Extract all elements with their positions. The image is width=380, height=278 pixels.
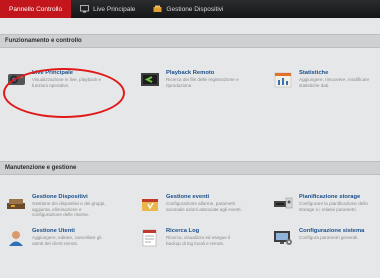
item-title: Playback Remoto	[166, 70, 215, 76]
user-management-icon	[5, 228, 27, 248]
tab-label: Gestione Dispositivi	[166, 5, 224, 13]
log-search-icon	[139, 228, 161, 248]
tab-live-view[interactable]: Live Principale	[71, 0, 144, 18]
tab-label: Live Principale	[93, 5, 136, 13]
item-user-management[interactable]: Gestione Utenti Aggiungere, editare, can…	[5, 228, 112, 248]
section-header-operation: Funzionamento e controllo	[0, 34, 380, 48]
highlight-circle	[3, 68, 125, 118]
section-header-maintenance: Manutenzione e gestione	[0, 161, 380, 175]
item-title: Ricerca Log	[166, 228, 200, 234]
item-description: Aggiungere, editare, cancellare gli uten…	[32, 235, 102, 246]
item-description: Aggiungere, rimuovere, modificare statis…	[299, 77, 370, 88]
item-title: Configurazione sistema	[299, 228, 365, 234]
device-management-icon	[5, 194, 27, 214]
item-title: Gestione Dispositivi	[32, 194, 88, 200]
item-remote-playback[interactable]: Playback Remoto Ricerca dei file delle r…	[139, 70, 246, 90]
event-management-icon	[139, 194, 161, 214]
item-description: Configura parametri generali.	[299, 235, 359, 240]
tab-control-panel[interactable]: Pannello Controllo	[0, 0, 72, 18]
item-title: Pianificazione storage	[299, 194, 361, 200]
item-description: Configurazione allarme, parametri anomal…	[166, 201, 242, 212]
tab-label: Pannello Controllo	[9, 5, 63, 13]
storage-icon	[272, 194, 294, 214]
item-description: Configurare la pianificazione dello stor…	[299, 201, 368, 212]
item-statistics[interactable]: Statistiche Aggiungere, rimuovere, modif…	[272, 70, 379, 90]
item-log-search[interactable]: Ricerca Log Ricerca, visualizza ed esegu…	[139, 228, 246, 248]
playback-icon	[139, 70, 161, 90]
item-system-configuration[interactable]: Configurazione sistema Configura paramet…	[272, 228, 379, 248]
statistics-icon	[272, 70, 294, 90]
item-title: Gestione eventi	[166, 194, 210, 200]
system-config-icon	[272, 228, 294, 248]
main-content: Funzionamento e controllo Live Principal…	[0, 18, 380, 278]
item-title: Gestione Utenti	[32, 228, 75, 234]
item-storage-schedule[interactable]: Pianificazione storage Configurare la pi…	[272, 194, 379, 214]
item-device-management[interactable]: Gestione Dispositivi Gestione dei dispos…	[5, 194, 112, 218]
top-navigation-bar: Pannello Controllo Live Principale Gesti…	[0, 0, 380, 18]
item-description: Gestione dei dispositivi e dei gruppi, a…	[32, 201, 106, 218]
monitor-icon	[80, 5, 90, 13]
item-description: Ricerca, visualizza ed esegue il backup …	[166, 235, 231, 246]
item-title: Statistiche	[299, 70, 329, 76]
item-description: Ricerca dei file delle registrazione e r…	[166, 77, 239, 88]
tab-device-management[interactable]: Gestione Dispositivi	[144, 0, 232, 18]
item-event-management[interactable]: Gestione eventi Configurazione allarme, …	[139, 194, 246, 214]
device-manager-icon	[153, 5, 162, 13]
